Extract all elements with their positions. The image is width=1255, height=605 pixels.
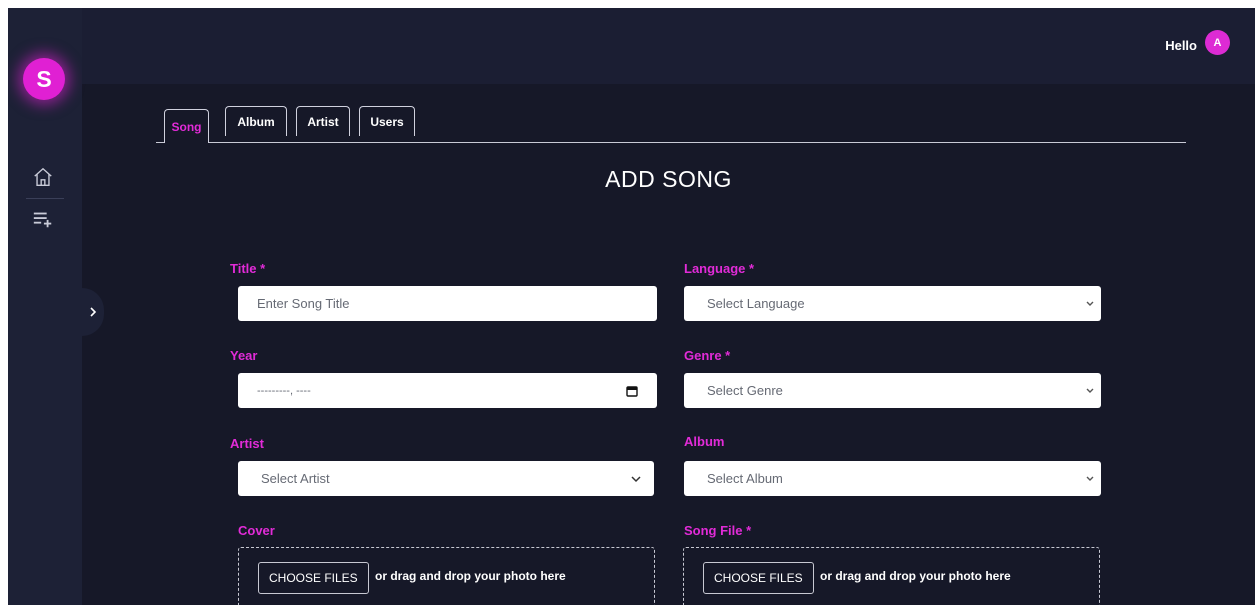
language-select-value: Select Language <box>707 296 805 311</box>
language-label: Language * <box>684 261 755 276</box>
add-playlist-icon[interactable] <box>32 208 54 230</box>
tab-song[interactable]: Song <box>164 109 209 143</box>
home-icon[interactable] <box>32 166 54 188</box>
tab-bar: Song Album Artist Users <box>156 106 1186 143</box>
album-select-value: Select Album <box>707 471 783 486</box>
calendar-icon[interactable] <box>625 384 639 398</box>
title-placeholder: Enter Song Title <box>257 296 350 311</box>
tab-artist[interactable]: Artist <box>296 106 350 136</box>
year-date-value: ---------, ---- <box>257 384 311 397</box>
album-label: Album <box>684 434 725 449</box>
year-label: Year <box>230 348 258 363</box>
chevron-down-icon <box>1086 301 1094 306</box>
sidebar-divider <box>26 198 64 199</box>
genre-select[interactable]: Select Genre <box>684 373 1101 408</box>
genre-label: Genre * <box>684 348 731 363</box>
song-file-dropzone[interactable]: CHOOSE FILES or drag and drop your photo… <box>683 547 1100 605</box>
sidebar-expand-button[interactable] <box>82 288 104 336</box>
cover-label: Cover <box>238 523 275 538</box>
avatar[interactable]: A <box>1205 30 1230 55</box>
tab-album[interactable]: Album <box>225 106 287 136</box>
chevron-down-icon <box>1086 476 1094 481</box>
album-select[interactable]: Select Album <box>684 461 1101 496</box>
artist-select[interactable]: Select Artist <box>238 461 654 496</box>
artist-label: Artist <box>230 436 264 451</box>
song-file-drop-hint: or drag and drop your photo here <box>820 569 1011 583</box>
language-select[interactable]: Select Language <box>684 286 1101 321</box>
chevron-right-icon <box>90 307 97 317</box>
song-file-choose-files-button[interactable]: CHOOSE FILES <box>703 562 814 594</box>
year-date-input[interactable]: ---------, ---- <box>238 373 657 408</box>
title-input[interactable]: Enter Song Title <box>238 286 657 321</box>
top-bar: Hello A <box>82 8 1255 84</box>
chevron-down-icon <box>1086 388 1094 393</box>
artist-select-value: Select Artist <box>261 471 330 486</box>
sidebar: S <box>8 8 82 605</box>
app-window: S Hello A Song Album Artist Users ADD SO… <box>8 8 1255 605</box>
song-file-label: Song File * <box>684 523 752 538</box>
cover-choose-files-button[interactable]: CHOOSE FILES <box>258 562 369 594</box>
genre-select-value: Select Genre <box>707 383 783 398</box>
cover-drop-hint: or drag and drop your photo here <box>375 569 566 583</box>
greeting-text: Hello <box>1165 38 1197 53</box>
tab-users[interactable]: Users <box>359 106 415 136</box>
title-label: Title * <box>230 261 266 276</box>
app-logo[interactable]: S <box>23 58 65 100</box>
page-title: ADD SONG <box>605 166 732 192</box>
cover-dropzone[interactable]: CHOOSE FILES or drag and drop your photo… <box>238 547 655 605</box>
chevron-down-icon <box>631 475 641 482</box>
